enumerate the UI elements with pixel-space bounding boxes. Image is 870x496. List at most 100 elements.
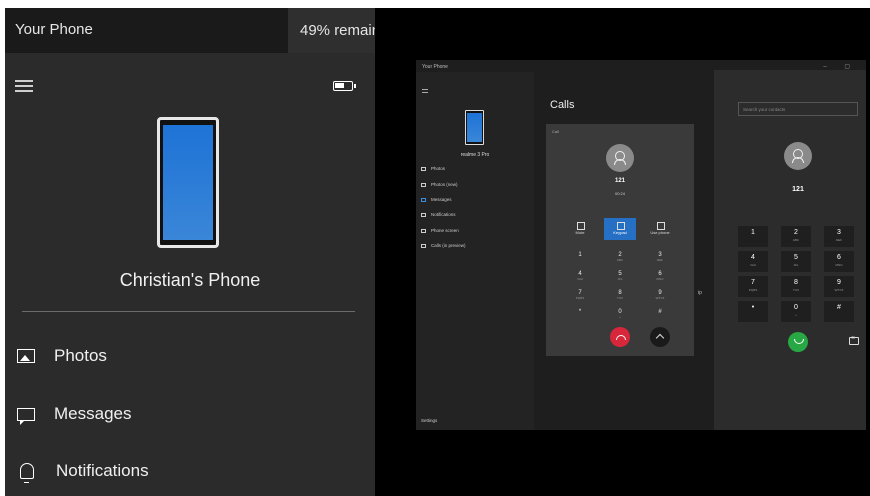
key-letters: + <box>795 313 797 317</box>
calls-preview-screenshot: Your Phone – ▢ realme 3 Pro Photos Photo… <box>375 8 870 496</box>
mini-sidebar: realme 3 Pro Photos Photos (new) Message… <box>416 72 534 430</box>
mini-nav-photos-new[interactable]: Photos (new) <box>421 182 458 187</box>
dialer-key[interactable]: 1 <box>738 226 768 247</box>
key-letters: JKL <box>617 277 623 281</box>
mini-nav-label: Messages <box>431 197 452 202</box>
key-letters: TUV <box>793 288 799 292</box>
notifications-icon <box>20 463 34 483</box>
key-letters: TUV <box>617 296 623 300</box>
mini-keypad-key[interactable]: 2 ABC <box>610 252 630 262</box>
key-digit: 4 <box>751 254 755 261</box>
key-letters: DEF <box>836 238 842 242</box>
key-letters: ABC <box>616 258 624 262</box>
key-digit: 8 <box>794 279 798 286</box>
notifications-icon <box>421 212 426 217</box>
key-digit: # <box>837 304 841 311</box>
dialer-key[interactable]: 6 MNO <box>824 251 854 272</box>
mini-settings[interactable]: Settings <box>421 418 437 423</box>
mini-keypad-key[interactable]: 3 DEF <box>650 252 670 262</box>
backspace-icon[interactable] <box>849 335 859 345</box>
photos-icon <box>17 349 35 363</box>
mute-button[interactable]: Mute <box>564 218 596 240</box>
nav-item-label: Notifications <box>56 461 149 480</box>
key-letters: PQRS <box>748 288 758 292</box>
battery-icon[interactable] <box>333 81 356 91</box>
key-digit: 0 <box>794 304 798 311</box>
keypad-button[interactable]: Keypad <box>604 218 636 240</box>
key-letters: MNO <box>835 263 843 267</box>
dialer-key[interactable]: 7 PQRS <box>738 276 768 297</box>
nav-item-notifications[interactable]: Notifications <box>17 456 149 486</box>
mini-nav-label: Photos (new) <box>431 182 458 187</box>
key-digit: 3 <box>837 229 841 236</box>
nav-item-label: Photos <box>54 346 107 365</box>
nav-item-messages[interactable]: Messages <box>17 399 131 429</box>
mini-hamburger-icon[interactable] <box>422 89 428 93</box>
mini-keypad-key[interactable]: 9 WXYZ <box>650 290 670 300</box>
window-controls[interactable]: – ▢ <box>823 63 858 70</box>
hang-up-button[interactable] <box>610 327 630 347</box>
calls-icon <box>421 243 426 248</box>
dialer-key[interactable]: 8 TUV <box>781 276 811 297</box>
photos-icon <box>421 166 426 171</box>
battery-tooltip: 49% remaining <box>288 8 375 53</box>
mini-nav-label: Photos <box>431 166 446 171</box>
key-letters: ABC <box>792 238 800 242</box>
mini-device-name: realme 3 Pro <box>460 152 490 158</box>
key-digit: # <box>658 309 662 315</box>
avatar-icon <box>784 142 812 170</box>
mini-keypad-key[interactable]: 8 TUV <box>610 290 630 300</box>
dialer-key[interactable]: 2 ABC <box>781 226 811 247</box>
dialer-key[interactable]: # <box>824 301 854 322</box>
mini-keypad-key[interactable]: 0 + <box>610 309 630 319</box>
divider <box>22 311 355 312</box>
mini-nav-messages[interactable]: Messages <box>421 197 452 202</box>
dialer-key[interactable]: • <box>738 301 768 322</box>
mini-nav-label: Phone screen <box>431 228 459 233</box>
mini-keypad-key[interactable]: 4 GHI <box>570 271 590 281</box>
collapse-chevron-button[interactable] <box>650 327 670 347</box>
call-button[interactable] <box>788 332 808 352</box>
use-phone-button[interactable]: Use phone <box>644 218 676 240</box>
messages-icon <box>421 197 426 202</box>
call-timer: 00:24 <box>614 191 625 196</box>
mini-nav-notifications[interactable]: Notifications <box>421 212 456 217</box>
calls-heading: Calls <box>550 99 575 111</box>
nav-item-photos[interactable]: Photos <box>17 341 107 371</box>
mini-nav-phone-screen[interactable]: Phone screen <box>421 228 459 233</box>
key-letters: WXYZ <box>834 288 844 292</box>
key-letters: GHI <box>577 277 583 281</box>
dialer-key[interactable]: 4 GHI <box>738 251 768 272</box>
mini-app-window: Your Phone – ▢ realme 3 Pro Photos Photo… <box>416 60 866 430</box>
mini-keypad-key[interactable]: 7 PQRS <box>570 290 590 300</box>
your-phone-app-panel: Your Phone 49% remaining Christian's Pho… <box>5 8 375 496</box>
key-digit: 1 <box>578 252 582 258</box>
dialer-key[interactable]: 3 DEF <box>824 226 854 247</box>
active-call-card: Call 121 00:24 Mute Keypad Use phone 1 2A… <box>546 124 694 356</box>
dialer-key[interactable]: 0 + <box>781 301 811 322</box>
hamburger-menu-icon[interactable] <box>15 80 33 92</box>
key-digit: 9 <box>837 279 841 286</box>
key-digit: • <box>751 304 755 311</box>
dialed-number: 121 <box>792 186 804 193</box>
key-letters: JKL <box>793 263 799 267</box>
mini-keypad-key[interactable]: * <box>570 309 590 315</box>
mini-keypad-key[interactable]: # <box>650 309 670 315</box>
mini-nav-photos[interactable]: Photos <box>421 166 445 171</box>
key-letters: PQRS <box>575 296 585 300</box>
dialer-key[interactable]: 9 WXYZ <box>824 276 854 297</box>
mini-nav-label: Notifications <box>431 212 456 217</box>
dialer-panel: Search your contacts 121 1 2 ABC 3 DEF 4 GHI 5 J… <box>714 70 866 430</box>
mini-keypad-key[interactable]: 1 <box>570 252 590 258</box>
partial-text: ip <box>698 290 702 296</box>
key-letters: MNO <box>656 277 664 281</box>
mini-keypad-key[interactable]: 6 MNO <box>650 271 670 281</box>
key-letters: WXYZ <box>655 296 665 300</box>
mini-nav-calls[interactable]: Calls (in preview) <box>421 243 466 248</box>
dialer-key[interactable]: 5 JKL <box>781 251 811 272</box>
mini-window-title: Your Phone <box>422 64 448 70</box>
call-number: 121 <box>614 178 625 184</box>
contact-search-input[interactable]: Search your contacts <box>738 102 858 116</box>
mini-keypad-key[interactable]: 5 JKL <box>610 271 630 281</box>
app-title: Your Phone <box>15 21 93 38</box>
